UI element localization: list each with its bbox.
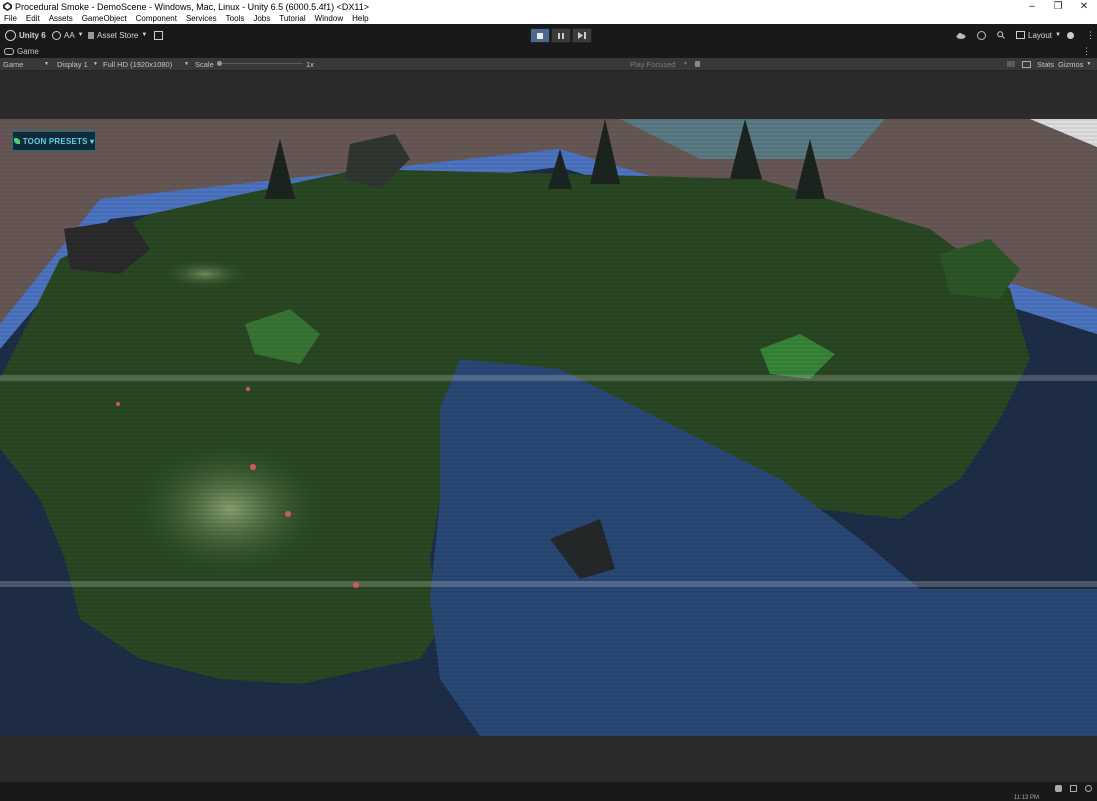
view-select[interactable]: Game ▼ [3,59,49,69]
search-button[interactable] [997,29,1005,41]
step-icon [578,32,586,39]
system-clock: 11:13 PM [1013,795,1039,801]
chevron-down-icon: ▼ [1086,61,1092,67]
game-icon [4,48,14,55]
more-icon: ⋮ [1086,29,1095,40]
game-view-toolbar: Game ▼ Display 1 ▼ Full HD (1920x1080) ▼… [0,58,1097,71]
window-controls: – ❐ ✕ [1019,0,1097,13]
toon-presets-label: TOON PRESETS ▾ [22,136,95,146]
asset-store-label: Asset Store [97,30,139,40]
resolution-select-label: Full HD (1920x1080) [103,59,173,69]
toon-presets-button[interactable]: TOON PRESETS ▾ [12,131,96,151]
mute-icon [695,61,700,67]
minimize-button[interactable]: – [1019,0,1045,13]
game-viewport[interactable] [0,119,1097,736]
letterbox-bottom [0,736,1097,782]
layout-dropdown[interactable]: Layout ▼ [1016,29,1061,41]
package-manager-button[interactable] [154,29,163,41]
chevron-down-icon: ▼ [683,61,688,67]
resolution-select[interactable]: Full HD (1920x1080) ▼ [103,59,189,69]
package-icon [154,30,163,40]
menu-jobs[interactable]: Jobs [249,14,275,23]
gizmos-toggle[interactable]: Gizmos ▼ [1058,59,1091,69]
unity-account-button[interactable]: Unity 6 [5,29,46,41]
menu-component[interactable]: Component [132,14,182,23]
history-icon [977,30,986,40]
asset-store-icon [88,31,94,39]
step-button[interactable] [572,28,592,43]
stats-layout-toggle[interactable] [1022,59,1031,69]
layout-icon [1016,31,1025,39]
aspect-toggle[interactable] [1007,59,1015,69]
history-button[interactable] [977,29,986,41]
menu-gameobject[interactable]: GameObject [78,14,132,23]
menu-window[interactable]: Window [311,14,348,23]
close-button[interactable]: ✕ [1071,0,1097,13]
view-select-label: Game [3,59,24,69]
pause-icon [558,32,564,39]
chevron-down-icon: ▼ [44,61,49,67]
menu-services[interactable]: Services [182,14,222,23]
account-label: AA [64,30,75,40]
scale-label: Scale [195,59,214,69]
aspect-icon [1007,61,1015,67]
chevron-down-icon: ▼ [77,32,84,38]
letterbox-top [0,71,1097,119]
console-icon[interactable] [1070,785,1077,792]
bug-icon[interactable] [1055,785,1062,792]
account-dropdown[interactable]: AA ▼ [52,29,84,41]
mute-audio-toggle[interactable] [695,59,700,69]
account-icon [52,30,61,40]
stats-toggle[interactable]: Stats [1037,59,1054,69]
unity-logo-icon [2,2,12,12]
help-button[interactable] [1067,29,1074,41]
stop-button[interactable] [530,28,550,43]
cloud-button[interactable] [956,29,966,41]
stats-layout-icon [1022,60,1031,68]
tab-game[interactable]: Game [4,47,39,56]
scale-slider-track [219,63,303,64]
unity-label: Unity 6 [19,30,46,40]
tab-menu-icon[interactable]: ⋮ [1082,46,1091,57]
asset-store-dropdown[interactable]: Asset Store ▼ [88,29,147,41]
pause-button[interactable] [551,28,571,43]
stop-icon [537,32,543,39]
search-icon [997,31,1005,39]
display-select-label: Display 1 [57,59,88,69]
more-button[interactable]: ⋮ [1086,29,1095,41]
scale-slider[interactable] [217,59,303,69]
display-select[interactable]: Display 1 ▼ [57,59,98,69]
window-titlebar: Procedural Smoke - DemoScene - Windows, … [0,0,1097,13]
leaf-icon [13,138,20,144]
scale-slider-handle[interactable] [217,61,222,66]
menu-file[interactable]: File [0,14,22,23]
scale-value: 1x [306,59,314,69]
play-focused-select[interactable]: Play Focused ▼ [630,59,688,69]
menu-tools[interactable]: Tools [222,14,250,23]
restore-button[interactable]: ❐ [1045,0,1071,13]
cloud-icon [956,32,966,39]
scene-render [0,119,1097,736]
notification-icon[interactable] [1085,785,1092,792]
menu-assets[interactable]: Assets [45,14,78,23]
chevron-down-icon: ▼ [184,61,189,67]
tab-game-label: Game [17,47,39,56]
gizmos-label: Gizmos [1058,59,1084,69]
status-bar [0,782,1097,800]
menu-help[interactable]: Help [348,14,373,23]
tab-bar: Game ⋮ [0,46,1097,58]
play-focused-label: Play Focused [630,59,676,69]
help-icon [1067,31,1074,39]
unity-logo-icon [5,29,16,41]
menu-tutorial[interactable]: Tutorial [275,14,310,23]
layout-label: Layout [1028,30,1053,40]
chevron-down-icon: ▼ [1055,32,1061,38]
chevron-down-icon: ▼ [93,61,98,67]
play-controls [530,28,593,43]
window-title: Procedural Smoke - DemoScene - Windows, … [15,1,369,12]
menu-bar: File Edit Assets GameObject Component Se… [0,13,1097,24]
main-toolbar: Unity 6 AA ▼ Asset Store ▼ Layout ▼ ⋮ [0,24,1097,46]
menu-edit[interactable]: Edit [22,14,45,23]
chevron-down-icon: ▼ [141,32,148,38]
